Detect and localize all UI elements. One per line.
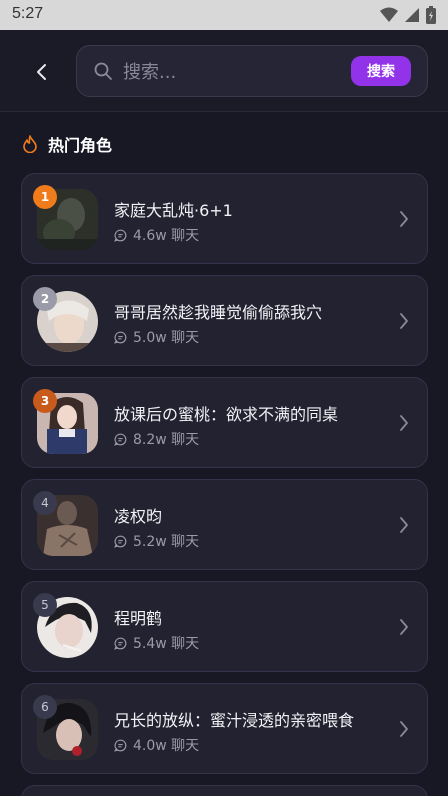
chat-count-label: 4.6w 聊天 [133, 228, 200, 244]
chat-bubble-icon [114, 229, 127, 242]
status-bar: 5:27 [0, 0, 448, 30]
status-icons [380, 6, 436, 24]
rank-badge: 4 [33, 491, 57, 515]
character-name: 兄长的放纵：蜜汁浸透的亲密喂食 [114, 711, 355, 730]
section-header: 热门角色 [22, 132, 112, 156]
search-button[interactable]: 搜索 [351, 56, 411, 86]
header: 搜索 [0, 30, 448, 112]
fire-icon [23, 135, 37, 153]
character-name: 哥哥居然趁我睡觉偷偷舔我穴 [114, 303, 323, 322]
search-box[interactable]: 搜索 [76, 45, 428, 97]
chat-bubble-icon [114, 433, 127, 446]
character-card[interactable]: 1 家庭大乱炖·6+1 4.6w 聊天 [21, 173, 428, 264]
character-name: 放课后の蜜桃：欲求不满的同桌 [114, 405, 339, 424]
chat-count-label: 5.0w 聊天 [133, 330, 200, 346]
character-name: 程明鹤 [114, 609, 163, 628]
character-name: 凌权昀 [114, 507, 163, 526]
search-input[interactable] [123, 58, 343, 86]
chevron-right-icon [400, 313, 408, 329]
section-title: 热门角色 [48, 136, 113, 155]
character-card[interactable]: 4 凌权昀 5.2w 聊天 [21, 479, 428, 570]
rank-badge: 6 [33, 695, 57, 719]
character-card[interactable]: 3 放课后の蜜桃：欲求不满的同桌 8.2w 聊天 [21, 377, 428, 468]
battery-icon [426, 6, 436, 24]
chevron-right-icon [400, 721, 408, 737]
chevron-right-icon [400, 415, 408, 431]
chat-bubble-icon [114, 739, 127, 752]
wifi-icon [380, 7, 398, 22]
chat-count-label: 4.0w 聊天 [133, 738, 200, 754]
character-card[interactable]: 2 哥哥居然趁我睡觉偷偷舔我穴 5.0w 聊天 [21, 275, 428, 366]
status-time: 5:27 [12, 5, 44, 22]
character-list: 1 家庭大乱炖·6+1 4.6w 聊天 2 哥哥居然趁我睡觉偷偷舔我穴 5.0w… [21, 173, 428, 796]
chat-count: 5.2w 聊天 [114, 531, 199, 551]
chat-bubble-icon [114, 637, 127, 650]
chevron-right-icon [400, 211, 408, 227]
rank-badge: 2 [33, 287, 57, 311]
chat-count-label: 5.4w 聊天 [133, 636, 200, 652]
signal-icon [405, 8, 419, 22]
character-name: 家庭大乱炖·6+1 [114, 201, 233, 220]
chat-count: 5.4w 聊天 [114, 633, 199, 653]
character-card[interactable] [21, 785, 428, 796]
chevron-right-icon [400, 619, 408, 635]
chat-count: 4.6w 聊天 [114, 225, 199, 245]
chat-bubble-icon [114, 535, 127, 548]
search-icon [94, 62, 112, 80]
chat-count: 4.0w 聊天 [114, 735, 199, 755]
chat-count: 5.0w 聊天 [114, 327, 199, 347]
character-card[interactable]: 5 程明鹤 5.4w 聊天 [21, 581, 428, 672]
chevron-left-icon [37, 64, 46, 80]
chat-count: 8.2w 聊天 [114, 429, 199, 449]
chat-bubble-icon [114, 331, 127, 344]
rank-badge: 5 [33, 593, 57, 617]
rank-badge: 3 [33, 389, 57, 413]
chat-count-label: 5.2w 聊天 [133, 534, 200, 550]
chat-count-label: 8.2w 聊天 [133, 432, 200, 448]
back-button[interactable] [28, 58, 56, 86]
chevron-right-icon [400, 517, 408, 533]
character-card[interactable]: 6 兄长的放纵：蜜汁浸透的亲密喂食 4.0w 聊天 [21, 683, 428, 774]
rank-badge: 1 [33, 185, 57, 209]
